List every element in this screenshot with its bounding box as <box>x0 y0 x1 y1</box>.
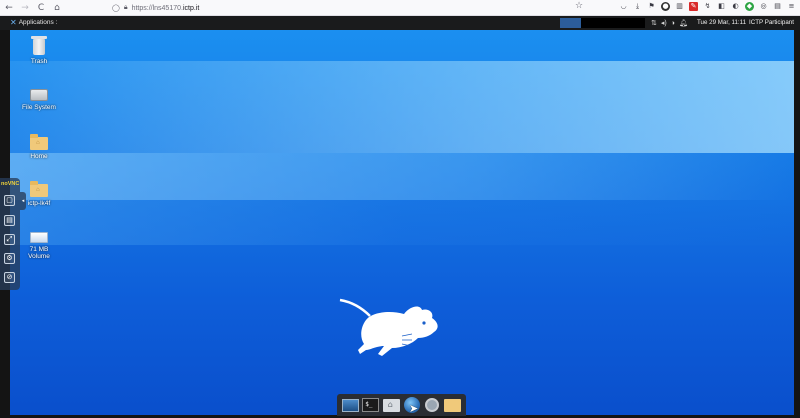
network-icon[interactable]: ⇅ <box>651 19 657 27</box>
wallpaper-band <box>10 61 794 153</box>
desktop-icon-label: Home <box>30 153 48 160</box>
back-icon[interactable]: ← <box>2 1 16 15</box>
folder-icon: ⌂ <box>30 181 48 197</box>
forward-icon[interactable]: → <box>18 1 32 15</box>
mouse-cursor-icon: ➤ <box>409 402 419 415</box>
top-panel: ✕ Applications : ⇅ ◂) ◑ 🔔︎ Tue 29 Mar, 1… <box>0 16 800 30</box>
vnc-keyboard-icon[interactable]: ▢ <box>4 195 15 206</box>
vnc-fullscreen-icon[interactable]: ⤢ <box>4 234 15 245</box>
green-extension-icon[interactable]: ◆ <box>745 2 754 11</box>
system-tray: ⇅ ◂) ◑ 🔔︎ <box>651 17 688 29</box>
novnc-logo: noVNC <box>1 181 20 187</box>
link-icon[interactable]: ↯ <box>703 2 712 11</box>
magnifier-icon <box>425 398 440 412</box>
url-bar[interactable]: ◯ 🔒︎ https://lns45170.ictp.it <box>112 2 199 14</box>
volume-drive-icon <box>30 232 48 243</box>
container-icon[interactable]: ◧ <box>717 2 726 11</box>
dock-file-manager[interactable] <box>382 396 400 414</box>
browser-extensions: ◡ ⤓ ⚑ ● ▥ ✎ ↯ ◧ ◐ ◆ ◎ ▤ ≡ <box>619 2 796 11</box>
trash-icon <box>31 36 47 55</box>
dock-terminal[interactable]: $_ <box>362 396 380 414</box>
applications-label: Applications : <box>18 19 58 26</box>
desktop-icon-label: Trash <box>30 58 48 65</box>
volume-icon[interactable]: ◂) <box>661 19 667 27</box>
vnc-clipboard-icon[interactable]: ▤ <box>4 215 15 226</box>
extension-round-icon[interactable]: ● <box>661 2 670 11</box>
wallpaper-band <box>10 200 794 245</box>
desktop-icon-label: File System <box>22 104 56 111</box>
lock-icon[interactable]: 🔒︎ <box>124 4 128 12</box>
power-icon[interactable]: ◑ <box>671 20 675 27</box>
bottom-dock: $_ <box>337 394 466 416</box>
user-menu[interactable]: ICTP Participant <box>749 19 794 26</box>
dock-show-desktop[interactable] <box>341 396 359 414</box>
workspace-switcher[interactable] <box>581 18 645 28</box>
account-icon[interactable]: ◎ <box>759 2 768 11</box>
pocket-icon[interactable]: ◡ <box>619 2 628 11</box>
vnc-settings-icon[interactable]: ⚙ <box>4 253 15 264</box>
desktop-icon-label: 71 MB <box>29 246 49 253</box>
xfce-mouse-logo <box>339 298 438 356</box>
xfce-logo-icon: ✕ <box>10 18 17 27</box>
desktop-icon-trash[interactable]: Trash <box>10 36 69 65</box>
folder-icon <box>444 398 462 412</box>
dock-app-finder[interactable] <box>423 396 441 414</box>
home-icon[interactable]: ⌂ <box>50 1 64 15</box>
sync-icon[interactable]: ◐ <box>731 2 740 11</box>
privacy-icon[interactable]: ⚑ <box>647 2 656 11</box>
desktop-icon-label: ictp-lk4f <box>27 200 51 207</box>
bookmark-star-icon[interactable]: ☆ <box>575 1 583 11</box>
vnc-disconnect-icon[interactable]: ⊘ <box>4 272 15 283</box>
home-icon <box>382 398 400 412</box>
novnc-panel-handle[interactable]: ◂ <box>20 192 26 210</box>
notification-bell-icon[interactable]: 🔔︎ <box>679 19 688 27</box>
desktop-icon <box>341 398 359 412</box>
wallpaper-band <box>10 153 794 200</box>
workspace-active[interactable] <box>560 18 581 28</box>
hard-drive-icon <box>30 89 48 101</box>
browser-toolbar: ← → C ⌂ ◯ 🔒︎ https://lns45170.ictp.it ☆ … <box>0 0 800 16</box>
remote-desktop-viewport[interactable]: ✕ Applications : ⇅ ◂) ◑ 🔔︎ Tue 29 Mar, 1… <box>0 16 800 418</box>
desktop-icon-file-system[interactable]: File System <box>10 89 69 111</box>
download-icon[interactable]: ⤓ <box>633 2 642 11</box>
terminal-icon: $_ <box>362 398 380 412</box>
pdf-extension-icon[interactable]: ✎ <box>689 2 698 11</box>
home-folder-icon: ⌂ <box>30 134 48 150</box>
dock-folder[interactable] <box>444 396 462 414</box>
shield-icon[interactable]: ◯ <box>112 4 120 12</box>
desktop-icon-label: Volume <box>28 253 50 260</box>
desktop-icon-home[interactable]: ⌂ Home <box>10 134 69 160</box>
applications-menu[interactable]: ✕ Applications : <box>10 18 57 27</box>
novnc-control-bar: noVNC ▢ ▤ ⤢ ⚙ ⊘ <box>0 178 20 290</box>
clock[interactable]: Tue 29 Mar, 11:11 <box>697 19 746 26</box>
library-icon[interactable]: ▥ <box>675 2 684 11</box>
url-text: https://lns45170.ictp.it <box>131 4 200 12</box>
menu-icon[interactable]: ≡ <box>787 2 796 11</box>
reload-icon[interactable]: C <box>34 1 48 15</box>
reader-icon[interactable]: ▤ <box>773 2 782 11</box>
